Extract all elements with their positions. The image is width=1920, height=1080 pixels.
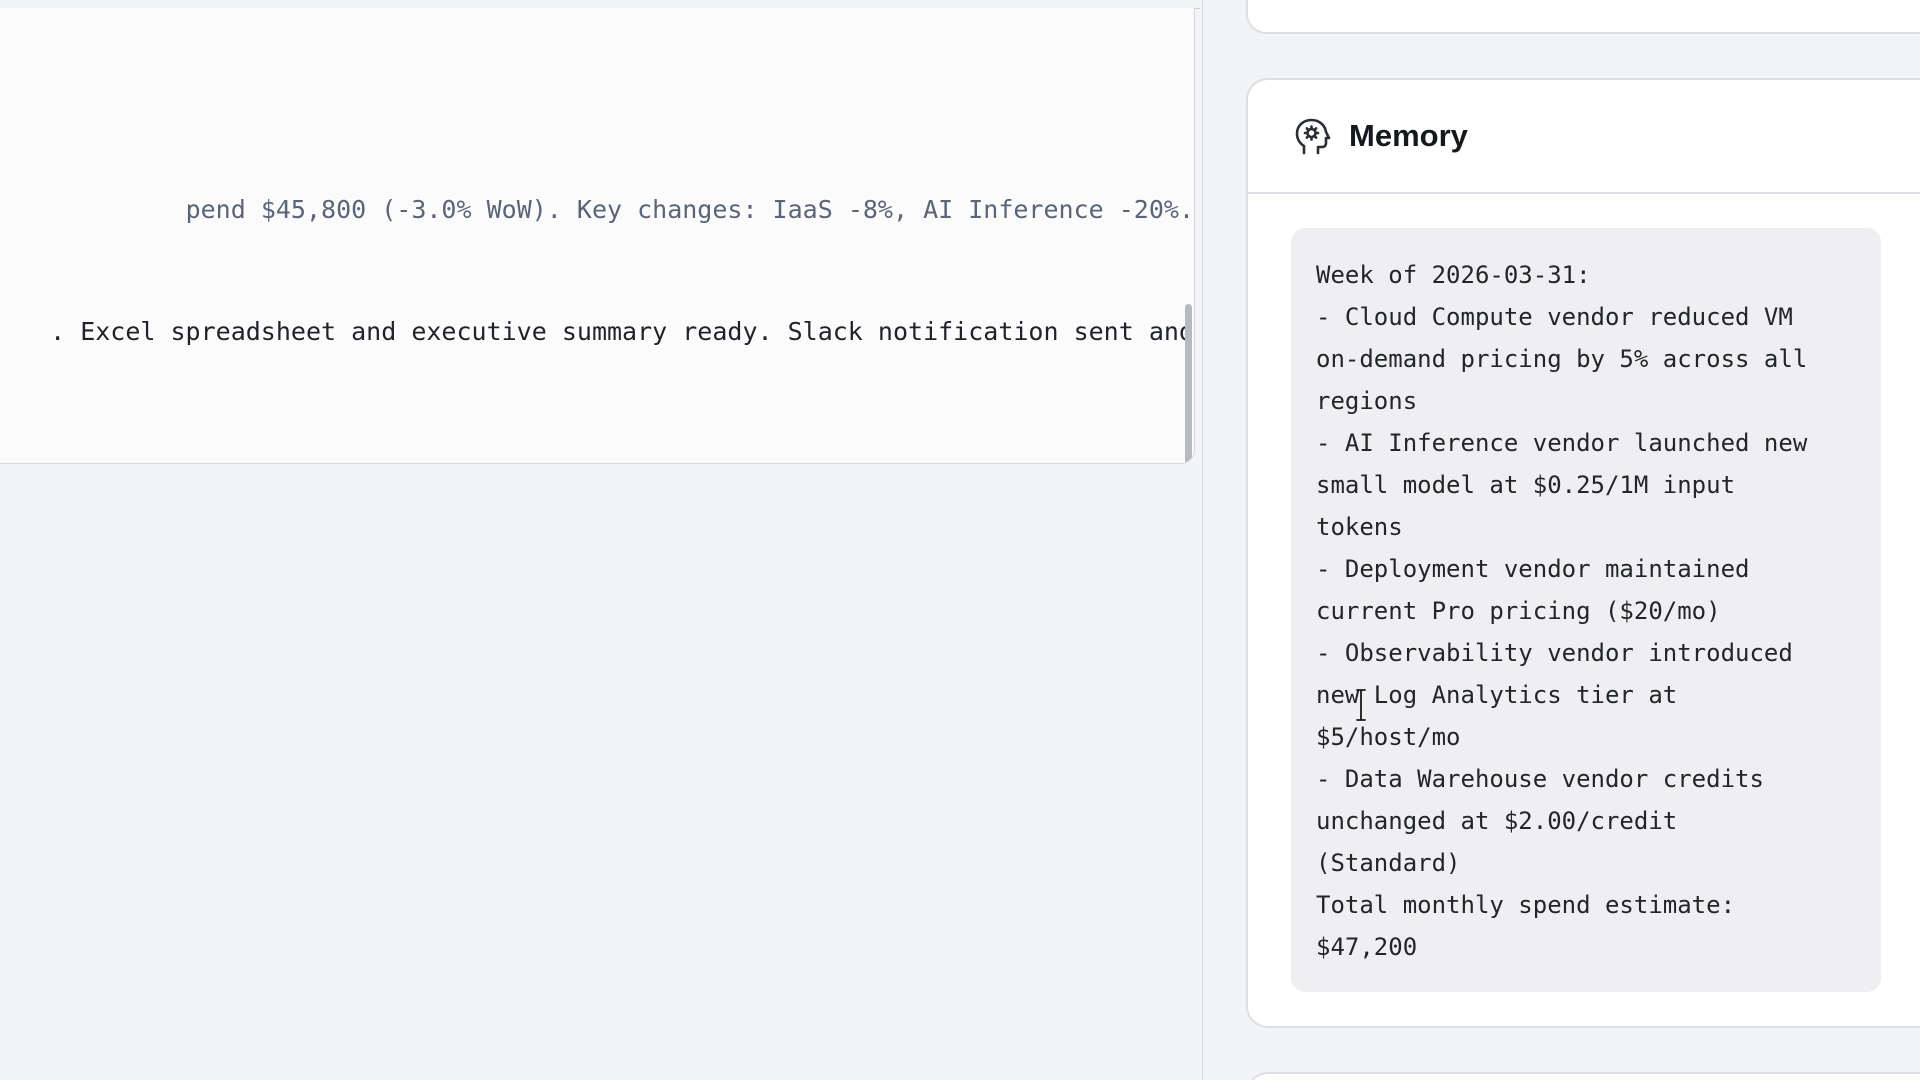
log-line-summary-text: pend $45,800 (-3.0% WoW). Key changes: I… xyxy=(185,195,1194,224)
brain-gear-icon xyxy=(1294,117,1332,157)
log-line-summary: pend $45,800 (-3.0% WoW). Key changes: I… xyxy=(186,194,1194,226)
log-output-panel: pend $45,800 (-3.0% WoW). Key changes: I… xyxy=(0,8,1195,464)
log-line-status-text: . Excel spreadsheet and executive summar… xyxy=(50,317,1194,346)
next-card xyxy=(1246,1072,1920,1080)
log-scrollbar[interactable] xyxy=(1184,8,1194,463)
log-scrollbar-thumb[interactable] xyxy=(1185,304,1192,463)
memory-card: Memory Week of 2026-03-31: - Cloud Compu… xyxy=(1246,78,1920,1028)
panel-splitter[interactable] xyxy=(1202,0,1203,1080)
memory-content-text[interactable]: Week of 2026-03-31: - Cloud Compute vend… xyxy=(1316,254,1856,968)
memory-title: Memory xyxy=(1349,118,1468,153)
previous-card xyxy=(1246,0,1920,34)
text-cursor-icon xyxy=(1356,689,1366,721)
page: pend $45,800 (-3.0% WoW). Key changes: I… xyxy=(0,0,1920,1080)
memory-card-header: Memory xyxy=(1248,80,1920,194)
log-line-status: . Excel spreadsheet and executive summar… xyxy=(50,316,1194,348)
memory-content-box[interactable]: Week of 2026-03-31: - Cloud Compute vend… xyxy=(1291,228,1881,992)
